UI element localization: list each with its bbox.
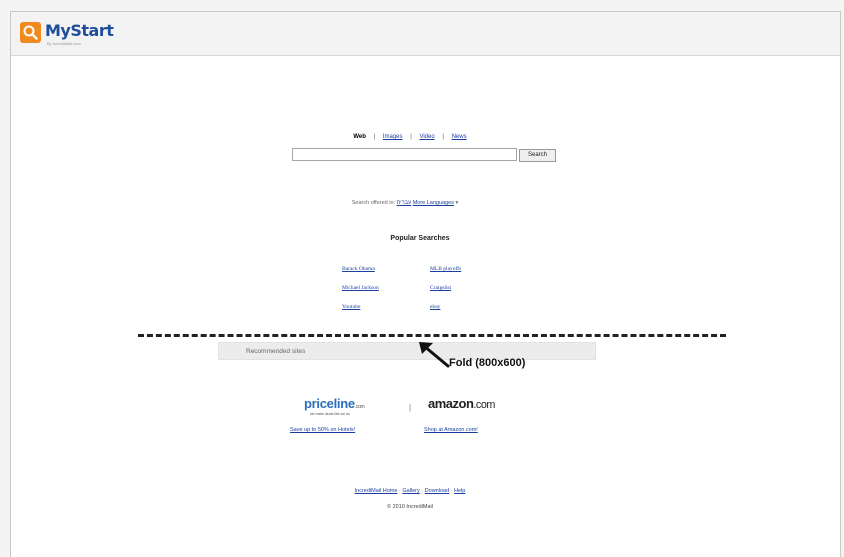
popular-search-link[interactable]: ebay bbox=[430, 304, 440, 310]
search-logo-icon[interactable] bbox=[20, 22, 41, 43]
tab-separator: | bbox=[373, 134, 376, 140]
footer-link-download[interactable]: Download bbox=[425, 488, 449, 494]
fold-arrow-icon bbox=[419, 342, 450, 368]
chevron-down-icon[interactable]: ▾ bbox=[456, 200, 459, 206]
more-languages-link[interactable]: More Languages bbox=[413, 200, 454, 206]
priceline-tagline: we make deals like we do bbox=[310, 412, 350, 416]
logo-text[interactable]: MyStart bbox=[45, 21, 114, 40]
priceline-logo-text: priceline bbox=[304, 396, 355, 411]
offered-language-link[interactable]: עברית bbox=[397, 200, 412, 206]
popular-search-link[interactable]: Barack Obama bbox=[342, 266, 375, 272]
sites-separator: | bbox=[409, 403, 412, 412]
footer-link-help[interactable]: Help bbox=[454, 488, 465, 494]
priceline-logo-suffix: .com bbox=[354, 404, 365, 410]
footer-links: IncrediMail Home · Gallery · Download · … bbox=[300, 488, 520, 494]
search-input[interactable] bbox=[292, 148, 517, 161]
popular-search-link[interactable]: MLB playoffs bbox=[430, 266, 461, 272]
copyright-text: © 2010 IncrediMail bbox=[387, 504, 433, 510]
footer-separator: · bbox=[450, 488, 453, 494]
search-tabs: Web | Images | Video | News bbox=[320, 134, 500, 140]
amazon-promo-link[interactable]: Shop at Amazon.com! bbox=[424, 427, 478, 433]
amazon-logo-text: amazon bbox=[428, 396, 474, 411]
amazon-logo[interactable]: amazon.com bbox=[428, 396, 495, 411]
browser-page: MyStart By IncrediMail.com bbox=[10, 11, 841, 557]
popular-search-link[interactable]: Craigslist bbox=[430, 285, 451, 291]
amazon-logo-suffix: .com bbox=[473, 399, 495, 411]
header-bar: MyStart By IncrediMail.com bbox=[11, 12, 840, 56]
search-offered-in: Search offered in: עברית More Languages … bbox=[280, 200, 530, 206]
fold-annotation-label: Fold (800x600) bbox=[449, 357, 526, 369]
footer-separator: · bbox=[398, 488, 401, 494]
tab-images[interactable]: Images bbox=[383, 134, 403, 140]
fold-dashed-line bbox=[138, 334, 726, 337]
priceline-logo[interactable]: priceline.com bbox=[304, 396, 365, 411]
tab-separator: | bbox=[442, 134, 444, 140]
tab-video[interactable]: Video bbox=[419, 134, 434, 140]
offered-prefix: Search offered in: bbox=[351, 200, 396, 206]
popular-searches-title: Popular Searches bbox=[390, 235, 450, 242]
logo-subtitle: By IncrediMail.com bbox=[47, 41, 81, 46]
priceline-promo-link[interactable]: Save up to 50% on Hotels! bbox=[290, 427, 355, 433]
popular-search-link[interactable]: Michael Jackson bbox=[342, 285, 379, 291]
search-button[interactable]: Search bbox=[519, 149, 556, 162]
tab-separator: | bbox=[410, 134, 412, 140]
footer-link-home[interactable]: IncrediMail Home bbox=[355, 488, 398, 494]
popular-search-link[interactable]: Youtube bbox=[342, 304, 360, 310]
footer-link-gallery[interactable]: Gallery bbox=[402, 488, 419, 494]
recommended-sites-label: Recommended sites bbox=[246, 348, 306, 355]
footer-separator: · bbox=[421, 488, 424, 494]
tab-news[interactable]: News bbox=[452, 134, 467, 140]
tab-web[interactable]: Web bbox=[353, 134, 366, 140]
